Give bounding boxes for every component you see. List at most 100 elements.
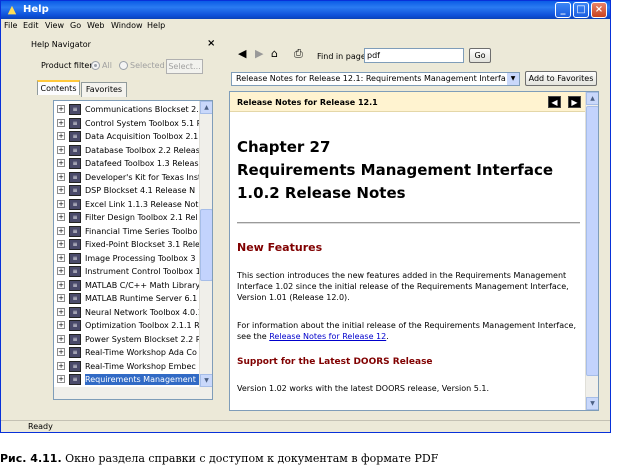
select-products-button[interactable]: Select... xyxy=(166,59,203,74)
info-paragraph-end: . xyxy=(386,332,389,341)
tree-vertical-scrollbar[interactable]: ▲ ▼ xyxy=(199,101,212,399)
status-text: Ready xyxy=(28,422,53,431)
chapter-title-line2: 1.0.2 Release Notes xyxy=(237,184,406,202)
tree-item[interactable]: + ≡ Neural Network Toolbox 4.0.1 xyxy=(54,306,200,319)
chapter-title-line1: Requirements Management Interface xyxy=(237,161,554,179)
doc-scroll-thumb[interactable] xyxy=(586,106,598,376)
info-paragraph: For information about the initial releas… xyxy=(237,320,580,342)
book-icon: ≡ xyxy=(69,293,81,304)
expand-icon[interactable]: + xyxy=(57,186,65,194)
book-icon: ≡ xyxy=(69,144,81,156)
expand-icon[interactable]: + xyxy=(57,294,65,302)
scroll-thumb[interactable] xyxy=(200,209,212,281)
tree-item[interactable]: + ≡ Power System Blockset 2.2 R xyxy=(54,333,200,346)
expand-icon[interactable]: + xyxy=(57,253,65,262)
doc-scroll-down-icon[interactable]: ▼ xyxy=(586,397,598,410)
tree-item[interactable]: + ≡ Real-Time Workshop Embec xyxy=(54,360,199,373)
filter-all-radio[interactable] xyxy=(91,61,100,70)
expand-icon[interactable]: + xyxy=(57,334,65,343)
menu-help[interactable]: Help xyxy=(147,20,165,32)
figure-caption: Рис. 4.11. Окно раздела справки с доступ… xyxy=(0,452,633,465)
tree-item[interactable]: + ≡ Datafeed Toolbox 1.3 Releas xyxy=(54,157,199,170)
tree-item[interactable]: + ≡ Image Processing Toolbox 3 xyxy=(54,252,199,265)
tree-item[interactable]: + ≡ Instrument Control Toolbox 1 xyxy=(54,265,200,278)
tree-item[interactable]: + ≡ Developer's Kit for Texas Inst xyxy=(54,171,200,184)
tree-item[interactable]: + ≡ DSP Blockset 4.1 Release N xyxy=(54,184,199,197)
expand-icon[interactable]: + xyxy=(57,159,65,167)
document-vertical-scrollbar[interactable]: ▲ ▼ xyxy=(585,92,598,410)
menu-go[interactable]: Go xyxy=(70,20,81,32)
filter-all-label: All xyxy=(102,61,112,70)
tree-item-label: Filter Design Toolbox 2.1 Rel xyxy=(85,213,198,222)
tree-item[interactable]: + ≡ Real-Time Workshop Ada Co xyxy=(54,346,199,359)
document-select[interactable]: Release Notes for Release 12.1: Requirem… xyxy=(231,72,520,86)
expand-icon[interactable]: + xyxy=(57,145,65,154)
menu-window[interactable]: Window xyxy=(111,20,143,32)
expand-icon[interactable]: + xyxy=(57,213,65,221)
print-icon[interactable]: ⎙ xyxy=(294,47,303,61)
expand-icon[interactable]: + xyxy=(57,280,65,289)
tree-item[interactable]: + ≡ Filter Design Toolbox 2.1 Rel xyxy=(54,211,199,224)
add-to-favorites-button[interactable]: Add to Favorites xyxy=(525,71,597,86)
doc-scroll-up-icon[interactable]: ▲ xyxy=(586,92,598,105)
tree-item[interactable]: + ≡ MATLAB C/C++ Math Library 2 xyxy=(54,279,200,292)
go-button[interactable]: Go xyxy=(469,48,491,63)
book-icon: ≡ xyxy=(69,360,81,372)
home-icon[interactable]: ⌂ xyxy=(271,47,278,61)
tree-horizontal-scrollbar[interactable] xyxy=(54,387,212,399)
release-notes-12-link[interactable]: Release Notes for Release 12 xyxy=(269,332,386,341)
tree-item[interactable]: + ≡ Requirements Management xyxy=(54,373,200,386)
tree-item-label: MATLAB Runtime Server 6.1 R xyxy=(85,294,200,303)
menu-edit[interactable]: Edit xyxy=(23,20,39,32)
tree-item[interactable]: + ≡ Fixed-Point Blockset 3.1 Rele xyxy=(54,238,200,251)
tree-item[interactable]: + ≡ Communications Blockset 2. xyxy=(54,103,199,116)
expand-icon[interactable]: + xyxy=(57,348,65,356)
scroll-down-icon[interactable]: ▼ xyxy=(200,374,212,387)
next-page-icon[interactable]: ▶ xyxy=(568,96,581,108)
tab-contents[interactable]: Contents xyxy=(37,80,80,95)
filter-selected-radio[interactable] xyxy=(119,61,128,70)
navigator-close-icon[interactable]: × xyxy=(207,38,215,49)
tree-item[interactable]: + ≡ MATLAB Runtime Server 6.1 R xyxy=(54,292,200,305)
tab-favorites[interactable]: Favorites xyxy=(81,82,127,97)
tree-item[interactable]: + ≡ Control System Toolbox 5.1 R xyxy=(54,117,200,130)
expand-icon[interactable]: + xyxy=(57,240,65,248)
expand-icon[interactable]: + xyxy=(57,199,65,208)
find-in-page-input[interactable] xyxy=(364,48,464,63)
title-bar[interactable]: ▲ Help _ □ × xyxy=(1,1,610,19)
expand-icon[interactable]: + xyxy=(57,267,65,275)
document-select-value: Release Notes for Release 12.1: Requirem… xyxy=(236,74,506,83)
contents-tree[interactable]: + ≡ Communications Blockset 2. + ≡ Control Sy… xyxy=(53,100,213,400)
forward-arrow-icon[interactable]: ▶ xyxy=(255,47,263,61)
tree-item[interactable]: + ≡ Excel Link 1.1.3 Release Not xyxy=(54,198,199,211)
expand-icon[interactable]: + xyxy=(57,172,65,181)
book-icon: ≡ xyxy=(69,225,81,237)
tree-item[interactable]: + ≡ Optimization Toolbox 2.1.1 R xyxy=(54,319,200,332)
scroll-up-icon[interactable]: ▲ xyxy=(200,101,212,114)
minimize-button[interactable]: _ xyxy=(555,2,571,18)
tree-item-label: Control System Toolbox 5.1 R xyxy=(85,118,200,128)
chevron-down-icon[interactable]: ▼ xyxy=(507,73,519,85)
expand-icon[interactable]: + xyxy=(57,307,65,316)
expand-icon[interactable]: + xyxy=(57,361,65,370)
expand-icon[interactable]: + xyxy=(57,132,65,140)
expand-icon[interactable]: + xyxy=(57,105,65,113)
expand-icon[interactable]: + xyxy=(57,375,65,383)
tree-item[interactable]: + ≡ Database Toolbox 2.2 Releas xyxy=(54,144,200,157)
close-button[interactable]: × xyxy=(591,2,607,18)
menu-bar: File Edit View Go Web Window Help xyxy=(1,19,610,33)
tree-item[interactable]: + ≡ Data Acquisition Toolbox 2.1 xyxy=(54,130,199,143)
book-icon: ≡ xyxy=(69,158,81,169)
expand-icon[interactable]: + xyxy=(57,321,65,329)
chapter-title: Chapter 27 Requirements Management Inter… xyxy=(237,136,553,205)
back-arrow-icon[interactable]: ◀ xyxy=(238,47,246,61)
expand-icon[interactable]: + xyxy=(57,226,65,235)
menu-file[interactable]: File xyxy=(4,20,17,32)
prev-page-icon[interactable]: ◀ xyxy=(548,96,561,108)
tree-item[interactable]: + ≡ Financial Time Series Toolbo xyxy=(54,225,199,238)
menu-web[interactable]: Web xyxy=(87,20,104,32)
menu-view[interactable]: View xyxy=(45,20,64,32)
maximize-button[interactable]: □ xyxy=(573,2,589,18)
expand-icon[interactable]: + xyxy=(57,118,65,127)
book-icon: ≡ xyxy=(69,171,81,183)
